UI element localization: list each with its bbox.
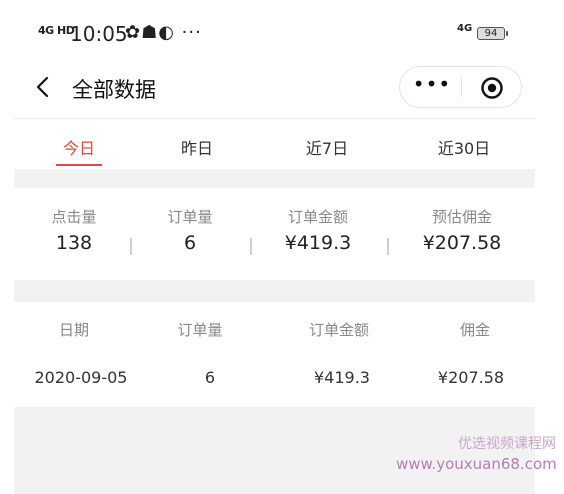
more-button[interactable]: ••• — [410, 73, 454, 101]
stat-label-clicks: 点击量 — [51, 208, 97, 226]
tab-7-days[interactable]: 近7日 — [280, 135, 374, 159]
stat-value-est-commission: ¥207.58 — [422, 232, 502, 254]
table-cell-commission: ¥207.58 — [437, 368, 505, 387]
stat-label-orders: 订单量 — [167, 208, 213, 226]
watermark-url: www.youxuan68.com — [396, 455, 557, 473]
table-header-orders: 订单量 — [177, 321, 223, 339]
network-indicator: 4G — [457, 23, 473, 34]
date-range-tabs: 今日 昨日 近7日 近30日 — [14, 119, 535, 169]
watermark-text: 优选视频课程网 — [458, 436, 556, 452]
tab-30-days[interactable]: 近30日 — [414, 135, 514, 159]
table-header-date: 日期 — [58, 321, 89, 339]
close-button[interactable] — [480, 76, 504, 100]
stat-separator — [250, 238, 252, 255]
back-button[interactable] — [32, 74, 56, 100]
status-time: 10:05 — [70, 22, 128, 46]
section-spacer — [14, 280, 535, 302]
table-cell-date: 2020-09-05 — [34, 368, 128, 387]
tab-today[interactable]: 今日 — [32, 135, 126, 159]
stat-label-order-amount: 订单金额 — [287, 208, 348, 226]
table-header-commission: 佣金 — [459, 321, 490, 339]
notification-icons: ✿☗◐ ··· — [125, 22, 202, 43]
data-table: 日期 订单量 订单金额 佣金 2020-09-05 6 ¥419.3 ¥207.… — [14, 302, 535, 407]
active-tab-indicator — [56, 164, 102, 166]
stat-label-est-commission: 预估佣金 — [431, 208, 492, 226]
table-header-order-amount: 订单金额 — [308, 321, 369, 339]
mini-program-capsule: ••• — [399, 66, 522, 108]
summary-stats: 点击量 138 订单量 6 订单金额 ¥419.3 预估佣金 ¥207.58 — [14, 188, 535, 280]
more-dots-icon: ••• — [412, 72, 452, 96]
tab-yesterday[interactable]: 昨日 — [150, 135, 244, 159]
status-bar: 4G HD 10:05 ✿☗◐ ··· 4G 94 — [0, 0, 564, 70]
capsule-divider — [461, 78, 462, 97]
stat-value-orders: 6 — [183, 232, 197, 254]
table-cell-orders: 6 — [204, 368, 216, 387]
close-circle-icon — [481, 77, 503, 99]
stat-value-order-amount: ¥419.3 — [284, 232, 352, 254]
section-spacer — [14, 169, 535, 188]
table-cell-order-amount: ¥419.3 — [314, 368, 370, 387]
chevron-left-icon — [36, 76, 49, 98]
signal-indicator: 4G HD — [38, 24, 75, 37]
page-title: 全部数据 — [72, 78, 156, 102]
stat-value-clicks: 138 — [55, 232, 93, 254]
navigation-bar: 全部数据 ••• — [0, 62, 564, 114]
battery-icon: 94 — [477, 27, 508, 40]
watermark: 优选视频课程网 www.youxuan68.com — [396, 434, 557, 474]
stat-separator — [387, 238, 389, 255]
